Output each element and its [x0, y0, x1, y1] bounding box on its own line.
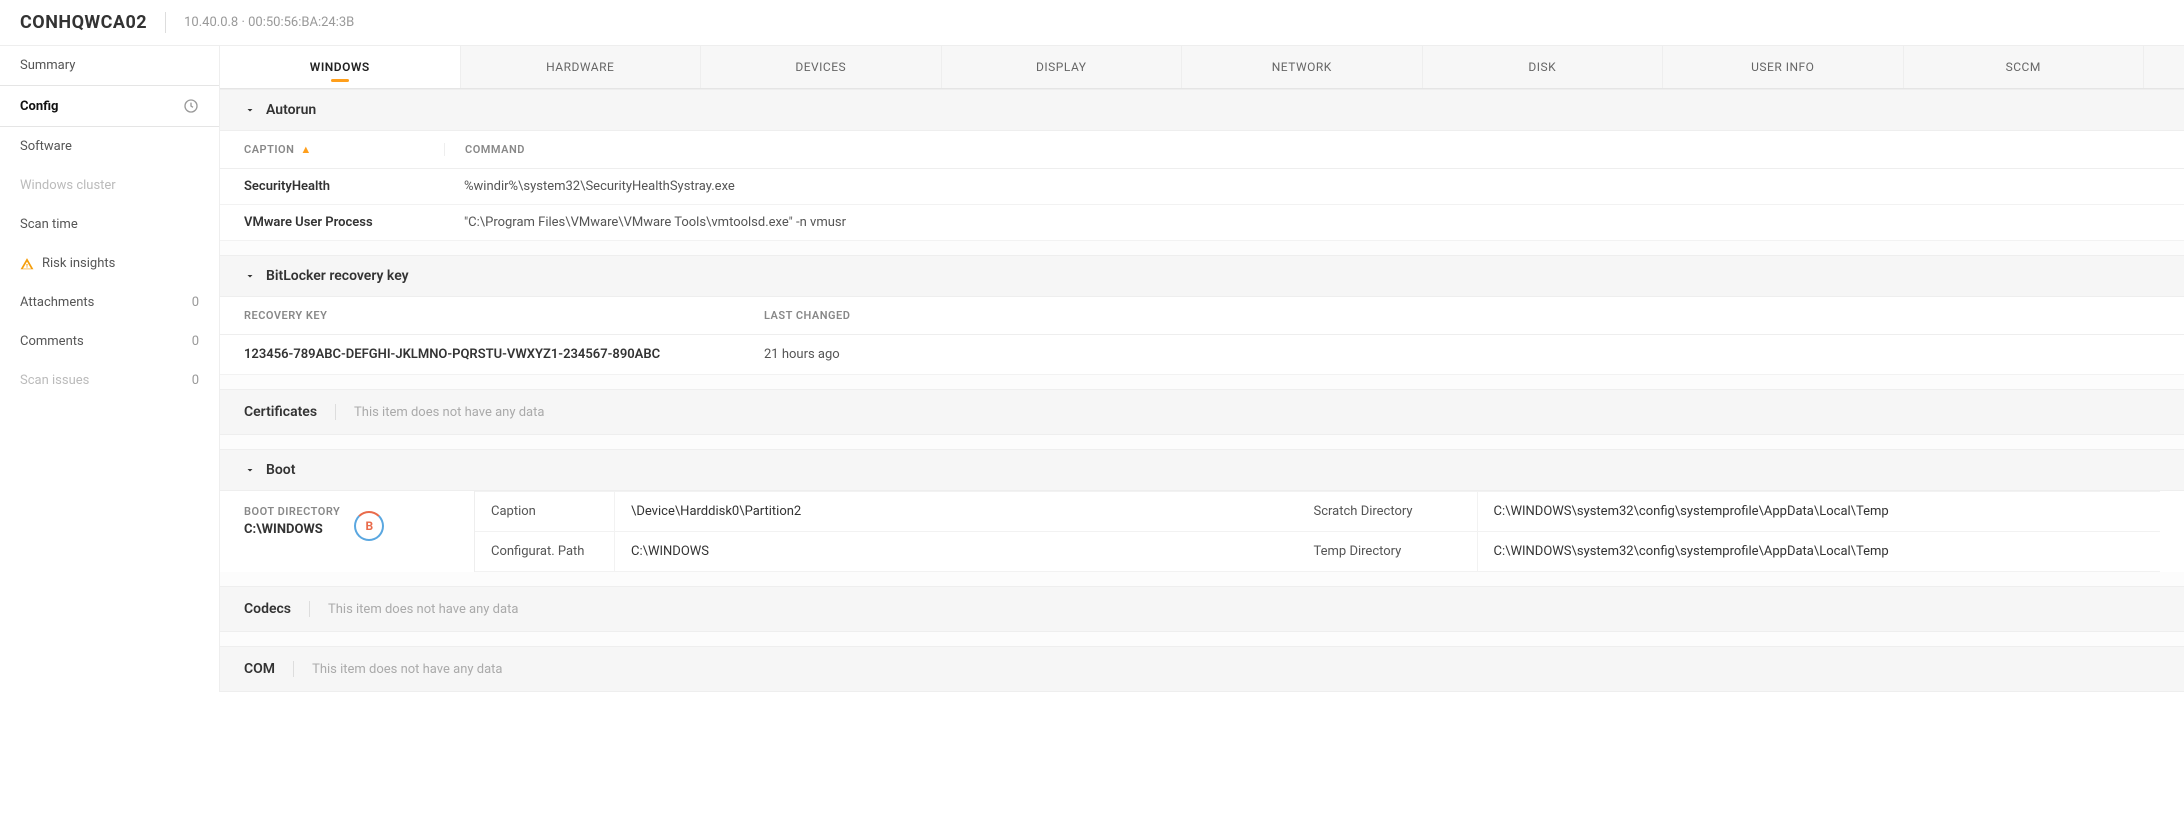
- sidebar-item-attachments[interactable]: Attachments 0: [0, 283, 219, 322]
- cell-caption: SecurityHealth: [244, 179, 444, 194]
- table-row: SecurityHealth %windir%\system32\Securit…: [220, 169, 2184, 205]
- section-title: BitLocker recovery key: [266, 268, 409, 284]
- empty-message: This item does not have any data: [328, 602, 518, 617]
- page-header: CONHQWCA02 10.40.0.8 · 00:50:56:BA:24:3B: [0, 0, 2184, 46]
- refresh-icon[interactable]: [183, 98, 199, 114]
- section-codecs: Codecs This item does not have any data: [220, 586, 2184, 632]
- boot-badge-icon: B: [354, 511, 384, 541]
- sidebar-item-scan-issues: Scan issues 0: [0, 361, 219, 400]
- cell-recovery-key: 123456-789ABC-DEFGHI-JKLMNO-PQRSTU-VWXYZ…: [244, 347, 764, 362]
- col-header-last-changed[interactable]: LAST CHANGED: [764, 309, 2160, 322]
- sidebar-item-label: Windows cluster: [20, 178, 116, 193]
- sidebar-item-software[interactable]: Software: [0, 127, 219, 166]
- sidebar-item-config[interactable]: Config: [0, 85, 219, 127]
- tab-blank: [2144, 46, 2184, 88]
- sidebar-item-summary[interactable]: Summary: [0, 46, 219, 85]
- boot-scratch-value: C:\WINDOWS\system32\config\systemprofile…: [1478, 491, 2161, 532]
- sidebar-item-label: Scan time: [20, 217, 78, 232]
- main-content: WINDOWS HARDWARE DEVICES DISPLAY NETWORK…: [220, 46, 2184, 692]
- section-title: Boot: [266, 462, 295, 478]
- sidebar-item-label: Scan issues: [20, 373, 89, 388]
- tab-hardware[interactable]: HARDWARE: [461, 46, 702, 88]
- cell-command: "C:\Program Files\VMware\VMware Tools\vm…: [444, 215, 2160, 230]
- tab-devices[interactable]: DEVICES: [701, 46, 942, 88]
- col-header-caption[interactable]: CAPTION ▲: [244, 143, 444, 156]
- tab-user-info[interactable]: USER INFO: [1663, 46, 1904, 88]
- col-header-label: CAPTION: [244, 143, 294, 156]
- sidebar-item-label: Attachments: [20, 295, 94, 310]
- sidebar-item-badge: 0: [192, 295, 199, 310]
- boot-scratch-label: Scratch Directory: [1298, 491, 1478, 532]
- sidebar-item-badge: 0: [192, 373, 199, 388]
- empty-message: This item does not have any data: [354, 405, 544, 420]
- boot-directory-label: BOOT DIRECTORY: [244, 505, 340, 518]
- sidebar-item-label: Config: [20, 99, 59, 114]
- boot-body: BOOT DIRECTORY C:\WINDOWS B Caption \Dev…: [220, 491, 2184, 572]
- sidebar-item-risk-insights[interactable]: Risk insights: [0, 244, 219, 283]
- tab-network[interactable]: NETWORK: [1182, 46, 1423, 88]
- sidebar-item-scan-time[interactable]: Scan time: [0, 205, 219, 244]
- table-row: 123456-789ABC-DEFGHI-JKLMNO-PQRSTU-VWXYZ…: [220, 335, 2184, 375]
- sidebar-item-comments[interactable]: Comments 0: [0, 322, 219, 361]
- boot-caption-value: \Device\Harddisk0\Partition2: [615, 491, 1298, 532]
- boot-temp-label: Temp Directory: [1298, 532, 1478, 572]
- col-header-command[interactable]: COMMAND: [444, 143, 2160, 156]
- section-com: COM This item does not have any data: [220, 646, 2184, 692]
- boot-conf-value: C:\WINDOWS: [615, 532, 1298, 572]
- config-tabs: WINDOWS HARDWARE DEVICES DISPLAY NETWORK…: [220, 46, 2184, 89]
- section-header-autorun[interactable]: Autorun: [220, 89, 2184, 131]
- sidebar-item-label: Summary: [20, 58, 75, 73]
- bitlocker-table-head: RECOVERY KEY LAST CHANGED: [220, 297, 2184, 335]
- sidebar-item-label: Comments: [20, 334, 84, 349]
- section-title: Autorun: [266, 102, 316, 118]
- boot-temp-value: C:\WINDOWS\system32\config\systemprofile…: [1478, 532, 2161, 572]
- table-row: VMware User Process "C:\Program Files\VM…: [220, 205, 2184, 241]
- cell-caption: VMware User Process: [244, 215, 444, 230]
- sidebar-item-label: Software: [20, 139, 72, 154]
- boot-directory-block: BOOT DIRECTORY C:\WINDOWS B: [244, 491, 474, 572]
- cell-command: %windir%\system32\SecurityHealthSystray.…: [444, 179, 2160, 194]
- warning-icon: [20, 257, 34, 271]
- autorun-table-head: CAPTION ▲ COMMAND: [220, 131, 2184, 169]
- tab-display[interactable]: DISPLAY: [942, 46, 1183, 88]
- sidebar-item-badge: 0: [192, 334, 199, 349]
- section-title: Certificates: [244, 404, 336, 420]
- host-ip: 10.40.0.8: [184, 15, 238, 30]
- tab-disk[interactable]: DISK: [1423, 46, 1664, 88]
- section-title: Codecs: [244, 601, 310, 617]
- section-certificates: Certificates This item does not have any…: [220, 389, 2184, 435]
- sidebar-item-label: Risk insights: [42, 256, 115, 271]
- section-title: COM: [244, 661, 294, 677]
- chevron-down-icon: [244, 270, 256, 282]
- boot-directory-value: C:\WINDOWS: [244, 522, 340, 537]
- boot-caption-label: Caption: [475, 491, 615, 532]
- tab-sccm[interactable]: SCCM: [1904, 46, 2145, 88]
- chevron-down-icon: [244, 464, 256, 476]
- boot-grid: Caption \Device\Harddisk0\Partition2 Scr…: [474, 491, 2160, 572]
- boot-conf-label: Configurat. Path: [475, 532, 615, 572]
- chevron-down-icon: [244, 104, 256, 116]
- sidebar-item-windows-cluster: Windows cluster: [0, 166, 219, 205]
- host-mac: 00:50:56:BA:24:3B: [248, 15, 354, 30]
- sidebar: Summary Config Software Windows cluster …: [0, 46, 220, 692]
- col-header-recovery-key[interactable]: RECOVERY KEY: [244, 309, 764, 322]
- empty-message: This item does not have any data: [312, 662, 502, 677]
- tab-windows[interactable]: WINDOWS: [220, 46, 461, 88]
- section-header-boot[interactable]: Boot: [220, 449, 2184, 491]
- host-name: CONHQWCA02: [20, 12, 166, 33]
- section-header-bitlocker[interactable]: BitLocker recovery key: [220, 255, 2184, 297]
- sort-asc-icon: ▲: [300, 143, 311, 156]
- cell-last-changed: 21 hours ago: [764, 347, 2160, 362]
- host-meta: 10.40.0.8 · 00:50:56:BA:24:3B: [184, 15, 354, 30]
